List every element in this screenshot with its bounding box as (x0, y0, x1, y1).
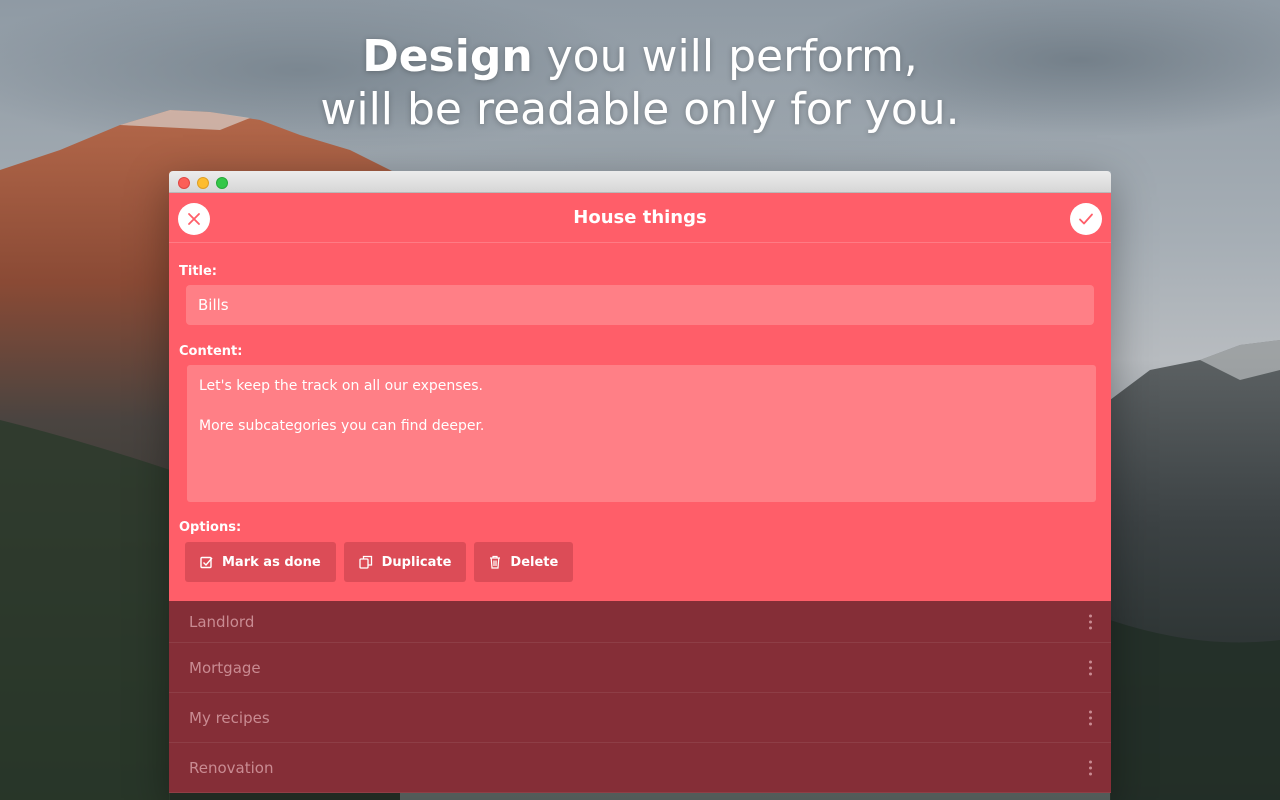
list-item-label: Landlord (189, 612, 255, 631)
promo-headline: Design you will perform, will be readabl… (0, 30, 1280, 136)
list-item[interactable]: Landlord (169, 601, 1111, 643)
more-options-icon[interactable] (1085, 710, 1095, 725)
confirm-button[interactable] (1070, 203, 1102, 235)
delete-label: Delete (510, 554, 559, 570)
content-textarea[interactable]: Let's keep the track on all our expenses… (187, 365, 1096, 502)
window-zoom-button[interactable] (216, 177, 228, 189)
edit-panel: House things Title: Bills Content: Let's… (169, 193, 1111, 601)
app-window: House things Title: Bills Content: Let's… (169, 171, 1111, 800)
window-close-button[interactable] (178, 177, 190, 189)
content-line-1: Let's keep the track on all our expenses… (199, 378, 483, 394)
options-label: Options: (179, 520, 242, 535)
list-item-label: My recipes (189, 708, 270, 727)
headline-line-2: will be readable only for you. (320, 84, 960, 135)
delete-button[interactable]: Delete (474, 542, 574, 582)
notes-list: Landlord Mortgage My recipes Renovation (169, 601, 1111, 793)
more-options-icon[interactable] (1085, 760, 1095, 775)
duplicate-button[interactable]: Duplicate (343, 542, 467, 582)
panel-header: House things (169, 193, 1111, 243)
duplicate-label: Duplicate (381, 554, 452, 570)
options-bar: Mark as done Duplicate Delete (185, 542, 574, 582)
list-item-label: Renovation (189, 758, 274, 777)
panel-title: House things (573, 207, 707, 228)
check-icon (1079, 213, 1093, 225)
mark-as-done-button[interactable]: Mark as done (185, 542, 336, 582)
window-minimize-button[interactable] (197, 177, 209, 189)
list-item-label: Mortgage (189, 658, 261, 677)
headline-bold-word: Design (362, 31, 533, 82)
content-line-2: More subcategories you can find deeper. (199, 418, 485, 434)
title-label: Title: (179, 264, 218, 279)
headline-line-1: Design you will perform, (0, 30, 1280, 83)
headline-line-1-rest: you will perform, (532, 31, 918, 82)
trash-icon (490, 555, 501, 569)
list-item[interactable]: Mortgage (169, 643, 1111, 693)
more-options-icon[interactable] (1085, 660, 1095, 675)
checkbox-icon (200, 556, 213, 568)
list-item[interactable]: My recipes (169, 693, 1111, 743)
more-options-icon[interactable] (1085, 614, 1095, 629)
list-item[interactable]: Renovation (169, 743, 1111, 793)
content-label: Content: (179, 344, 243, 359)
mark-as-done-label: Mark as done (222, 554, 321, 570)
duplicate-icon (358, 555, 372, 569)
title-input[interactable]: Bills (186, 285, 1094, 325)
window-titlebar[interactable] (169, 171, 1111, 193)
